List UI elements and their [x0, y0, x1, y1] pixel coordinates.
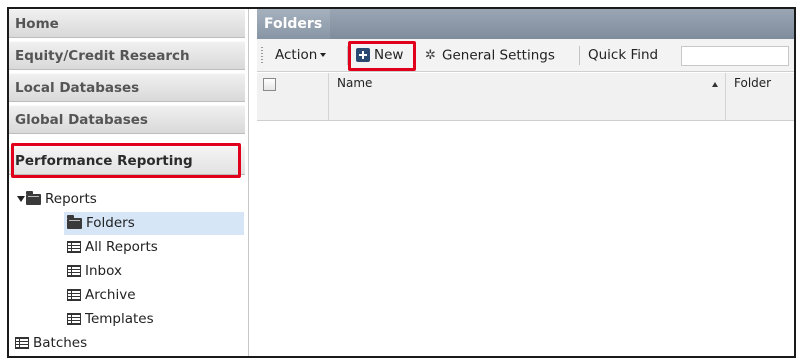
nav-performance-reporting[interactable]: Performance Reporting [9, 146, 245, 175]
nav-home[interactable]: Home [9, 9, 245, 38]
report-icon [67, 313, 81, 325]
tree-item-templates[interactable]: Templates [67, 308, 154, 331]
sort-ascending-icon[interactable] [712, 82, 718, 87]
tree-item-batches[interactable]: Batches [15, 332, 87, 355]
quick-find-input[interactable] [681, 46, 789, 66]
toolbar: Action New ✲ General Settings Quick Find [257, 39, 794, 72]
action-label: Action [275, 47, 318, 63]
dropdown-caret-icon [320, 53, 327, 57]
panel-header: Folders [257, 9, 794, 39]
panel-title: Folders [257, 9, 331, 39]
report-icon [67, 265, 81, 277]
tree-item-label: All Reports [85, 239, 158, 255]
column-separator [725, 73, 726, 120]
gear-icon: ✲ [425, 48, 436, 63]
general-settings-button[interactable]: ✲ General Settings [425, 39, 555, 72]
tree-item-label: Archive [85, 287, 136, 303]
grid-header: Name Folder [257, 73, 794, 121]
tree-item-label: Templates [85, 311, 154, 327]
tree-item-label: Batches [33, 335, 88, 351]
report-icon [67, 289, 81, 301]
report-icon [15, 337, 29, 349]
general-settings-label: General Settings [442, 47, 555, 64]
tree-item-reports[interactable]: Reports [17, 188, 97, 211]
column-header-name[interactable]: Name [337, 76, 372, 90]
tree-item-label: Folders [86, 215, 135, 231]
tree-item-inbox[interactable]: Inbox [67, 260, 122, 283]
new-button[interactable]: New [356, 39, 403, 72]
action-menu-button[interactable]: Action [275, 39, 327, 72]
tree-item-label: Reports [45, 191, 97, 207]
quick-find-label: Quick Find [588, 47, 659, 63]
tree-item-all-reports[interactable]: All Reports [67, 236, 158, 259]
new-label: New [374, 47, 404, 63]
main-panel: Folders Action New ✲ General Settings Qui… [257, 9, 794, 356]
folder-icon [67, 214, 82, 229]
sidebar: Home Equity/Credit Research Local Databa… [9, 9, 249, 356]
select-all-checkbox[interactable] [263, 78, 276, 91]
tree-item-folders[interactable]: Folders [64, 212, 244, 235]
toolbar-grip-icon [261, 47, 263, 64]
report-icon [67, 241, 81, 253]
tree-item-archive[interactable]: Archive [67, 284, 136, 307]
expand-caret-icon[interactable] [17, 196, 25, 202]
column-header-folder[interactable]: Folder [734, 76, 771, 90]
tree-item-label: Inbox [85, 263, 122, 279]
nav-global-databases[interactable]: Global Databases [9, 105, 245, 134]
toolbar-separator [579, 46, 580, 65]
folder-icon [26, 190, 41, 205]
app-window: Home Equity/Credit Research Local Databa… [7, 7, 796, 358]
nav-local-databases[interactable]: Local Databases [9, 73, 245, 102]
column-separator [328, 73, 329, 120]
nav-equity-credit-research[interactable]: Equity/Credit Research [9, 41, 245, 70]
plus-icon [356, 48, 370, 62]
toolbar-separator [347, 46, 348, 65]
